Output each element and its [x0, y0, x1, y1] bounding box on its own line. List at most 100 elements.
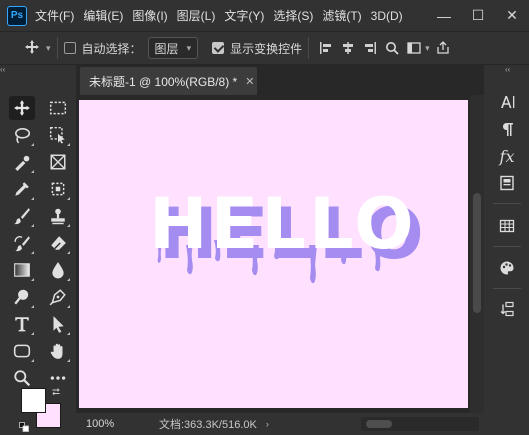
hand-tool[interactable] — [45, 339, 71, 363]
eraser-tool[interactable] — [45, 231, 71, 255]
character-panel-button[interactable] — [494, 90, 520, 114]
clone-stamp-tool[interactable] — [45, 204, 71, 228]
eraser-icon — [51, 236, 66, 250]
horizontal-scroll-thumb[interactable] — [366, 420, 392, 428]
auto-select-target-value: 图层 — [154, 41, 179, 56]
menu-file[interactable]: 文件(F) — [35, 7, 74, 24]
close-icon[interactable]: ✕ — [245, 75, 254, 88]
horizontal-scrollbar[interactable] — [361, 417, 479, 431]
patch-icon — [51, 182, 65, 196]
menu-select[interactable]: 选择(S) — [273, 7, 313, 24]
menu-image[interactable]: 图像(I) — [132, 7, 167, 24]
lasso-tool[interactable] — [9, 123, 35, 147]
document-tab-bar: 未标题-1 @ 100%(RGB/8) * ✕ — [76, 65, 484, 95]
glyphs-panel-button[interactable]: fx — [494, 144, 520, 168]
flyout-indicator — [31, 305, 34, 308]
show-transform-checkbox[interactable] — [212, 42, 225, 54]
rectangular-marquee-icon — [49, 101, 67, 115]
color-panel-button[interactable] — [494, 256, 520, 280]
vertical-scroll-thumb[interactable] — [473, 193, 481, 313]
blur-tool[interactable] — [45, 258, 71, 282]
eyedropper-tool[interactable] — [9, 177, 35, 201]
function-icon: fx — [499, 146, 515, 166]
table-panel-button[interactable] — [494, 214, 520, 238]
flyout-indicator — [67, 332, 70, 335]
vertical-scrollbar[interactable] — [470, 95, 484, 413]
hello-artwork: HELLO HELLO — [149, 183, 424, 284]
auto-select-checkbox[interactable] — [63, 42, 76, 54]
shape-tool[interactable] — [9, 339, 35, 363]
spot-heal-tool[interactable] — [45, 177, 71, 201]
swap-colors-icon[interactable]: ⮂ — [52, 387, 60, 398]
right-panel-collapse-icon[interactable]: ‹‹ — [505, 65, 525, 79]
zoom-level[interactable]: 100% — [76, 418, 121, 430]
chevron-down-icon: ▾ — [186, 42, 192, 53]
more-icon — [50, 376, 66, 380]
frame-icon — [50, 154, 66, 170]
pen-tool[interactable] — [45, 285, 71, 309]
flyout-indicator — [31, 278, 34, 281]
zoom-tool[interactable] — [9, 366, 35, 390]
flyout-indicator — [31, 224, 34, 227]
show-transform-label: 显示变换控件 — [230, 41, 303, 56]
document-tab-title: 未标题-1 @ 100%(RGB/8) * — [89, 74, 238, 89]
layers-panel-button[interactable] — [494, 297, 520, 321]
chevron-down-icon[interactable]: ▾ — [46, 43, 51, 54]
toolbar-collapse-icon[interactable]: ‹‹ — [0, 65, 9, 79]
separator — [493, 246, 521, 247]
move-tool[interactable] — [9, 96, 35, 120]
hand-icon — [50, 343, 63, 359]
align-left-icon[interactable] — [319, 41, 333, 55]
minimize-button[interactable]: — — [427, 0, 461, 31]
tools-panel — [5, 90, 75, 435]
zoom-icon — [14, 370, 31, 387]
default-colors-icon[interactable] — [19, 421, 29, 432]
notes-panel-button[interactable] — [494, 171, 520, 195]
paragraph-panel-button[interactable] — [494, 117, 520, 141]
flyout-indicator — [31, 332, 34, 335]
type-icon — [15, 317, 29, 332]
separator — [308, 37, 310, 59]
gradient-tool[interactable] — [9, 258, 35, 282]
book-icon — [500, 175, 514, 191]
drop-icon — [52, 262, 64, 279]
object-selection-tool[interactable] — [45, 123, 71, 147]
menu-type[interactable]: 文字(Y) — [224, 7, 264, 24]
auto-select-target-dropdown[interactable]: 图层 ▾ — [147, 37, 199, 59]
flyout-indicator — [67, 224, 70, 227]
grid-icon — [499, 219, 515, 233]
history-brush-tool[interactable] — [9, 231, 35, 255]
path-selection-tool[interactable] — [45, 312, 71, 336]
document-canvas[interactable]: HELLO HELLO — [79, 100, 468, 408]
marquee-tool[interactable] — [45, 96, 71, 120]
right-panel-dock: fx — [488, 80, 525, 435]
chevron-down-icon[interactable]: ▾ — [425, 43, 430, 54]
foreground-color-swatch[interactable] — [21, 388, 46, 413]
palette-icon — [500, 261, 514, 275]
document-tab[interactable]: 未标题-1 @ 100%(RGB/8) * ✕ — [80, 67, 257, 95]
dodge-tool[interactable] — [9, 285, 35, 309]
flyout-indicator — [67, 305, 70, 308]
crop-tool[interactable] — [45, 150, 71, 174]
maximize-button[interactable]: ☐ — [461, 0, 495, 31]
flyout-indicator — [31, 251, 34, 254]
move-tool-preset-icon[interactable] — [24, 39, 40, 58]
arrow-cursor-icon — [53, 316, 64, 333]
align-right-icon[interactable] — [363, 41, 377, 55]
status-menu-arrow[interactable]: › — [266, 419, 269, 429]
close-button[interactable]: ✕ — [495, 0, 529, 31]
align-center-icon[interactable] — [341, 41, 355, 55]
document-info: 文档:363.3K/516.0K — [159, 419, 257, 431]
workspace-icon[interactable] — [407, 41, 421, 55]
stamp-icon — [51, 208, 65, 225]
type-tool[interactable] — [9, 312, 35, 336]
share-icon[interactable] — [436, 41, 450, 55]
brush-tool[interactable] — [9, 204, 35, 228]
menu-3d[interactable]: 3D(D) — [371, 9, 403, 23]
search-icon[interactable] — [385, 41, 399, 55]
flyout-indicator — [31, 170, 34, 173]
eyedropper-brush-tool[interactable] — [9, 150, 35, 174]
menu-layer[interactable]: 图层(L) — [177, 7, 216, 24]
menu-edit[interactable]: 编辑(E) — [83, 7, 123, 24]
menu-filter[interactable]: 滤镜(T) — [322, 7, 361, 24]
